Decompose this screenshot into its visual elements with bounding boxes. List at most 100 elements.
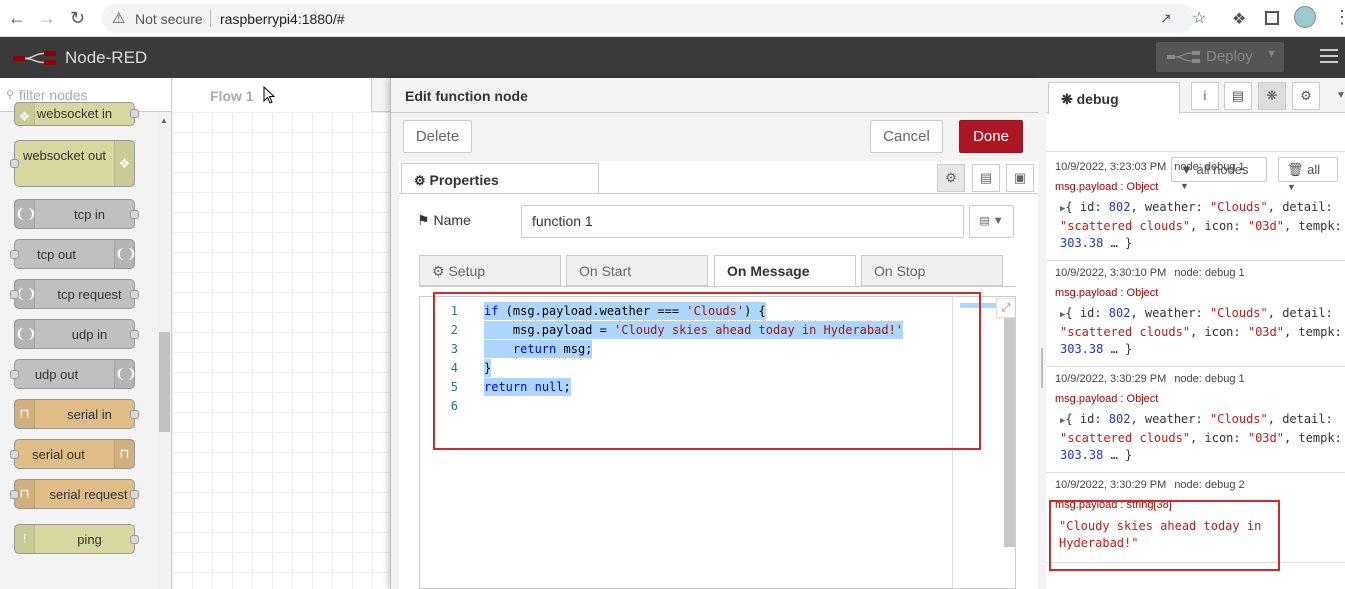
gear-icon: ⚙: [414, 173, 426, 188]
tab-on-message[interactable]: On Message: [714, 255, 856, 286]
settings-tab-gear-icon[interactable]: ⚙: [937, 164, 965, 192]
filter-placeholder: filter nodes: [19, 87, 88, 103]
divider: [419, 286, 1016, 287]
expand-icon[interactable]: ⤢: [996, 298, 1015, 318]
message-time: 10/9/2022, 3:30:10 PM: [1055, 267, 1167, 279]
message-node[interactable]: node: debug 1: [1174, 373, 1244, 385]
tab-debug[interactable]: ❋ debug: [1048, 82, 1180, 114]
tray-header: Edit function node: [391, 78, 1039, 113]
star-icon[interactable]: ☆: [1192, 8, 1206, 28]
app-title: Node-RED: [65, 48, 148, 67]
deploy-button[interactable]: Deploy ▼: [1156, 42, 1284, 72]
websocket-icon: ❖: [114, 141, 134, 186]
palette-node-websocket-out[interactable]: websocket out ❖: [10, 140, 135, 187]
config-gear-icon[interactable]: ⚙: [1292, 82, 1320, 110]
address-bar[interactable]: ⚠ Not secure raspberrypi4:1880/# ↗ ☆: [102, 4, 1206, 33]
tab-properties[interactable]: ⚙ Properties: [401, 163, 599, 194]
palette-scrollbar[interactable]: ▲: [157, 112, 171, 589]
scrollbar-thumb[interactable]: [159, 332, 170, 432]
palette-node-udp-out[interactable]: udp out ❨❩: [10, 359, 137, 389]
tab-setup[interactable]: ⚙ Setup: [419, 255, 561, 286]
debug-message[interactable]: 10/9/2022, 3:23:03 PM node: debug 1 msg.p…: [1046, 155, 1345, 261]
serial-icon: ⊓: [114, 440, 134, 468]
scroll-up-icon[interactable]: ▲: [160, 116, 168, 125]
sidebar-separator[interactable]: [1038, 78, 1046, 589]
share-icon[interactable]: ↗: [1160, 10, 1172, 27]
message-time: 10/9/2022, 3:30:29 PM: [1055, 373, 1167, 385]
hamburger-menu-icon[interactable]: [1320, 49, 1338, 67]
palette-node-serial-in[interactable]: ⊓ serial in: [14, 399, 139, 429]
description-tab-file-icon[interactable]: ▤: [972, 164, 1000, 192]
help-book-icon[interactable]: ▤: [1224, 82, 1252, 110]
bug-icon: ❋: [1061, 91, 1073, 107]
message-time: 10/9/2022, 3:30:29 PM: [1055, 479, 1167, 491]
highlight-box: [433, 292, 981, 450]
security-label: Not secure: [135, 11, 203, 27]
udp-icon: ❨❩: [114, 360, 137, 388]
cancel-button[interactable]: Cancel: [870, 120, 943, 153]
tab-on-start[interactable]: On Start: [566, 255, 708, 286]
sidebar-tabs: ❋ debug i ▤ ❋ ⚙ ▼: [1046, 78, 1345, 114]
appearance-tab-frame-icon[interactable]: ▣: [1006, 164, 1034, 192]
divider: [210, 10, 211, 27]
delete-button[interactable]: Delete: [403, 120, 472, 153]
warning-icon: ⚠: [112, 10, 126, 27]
highlight-box: [1049, 500, 1280, 571]
avatar[interactable]: [1294, 6, 1316, 28]
message-node[interactable]: node: debug 1: [1174, 267, 1244, 279]
name-input[interactable]: function 1: [521, 205, 964, 238]
tab-on-stop[interactable]: On Stop: [861, 255, 1003, 286]
back-icon[interactable]: ←: [8, 8, 26, 28]
palette-node-udp-in[interactable]: ❨❩ udp in: [14, 319, 139, 349]
sidepanel-icon[interactable]: [1265, 11, 1279, 25]
palette-node-serial-request[interactable]: ⊓ serial request: [10, 479, 139, 509]
message-topic: msg.payload : Object: [1055, 181, 1159, 193]
message-node[interactable]: node: debug 2: [1174, 479, 1244, 491]
debug-bug-icon[interactable]: ❋: [1258, 82, 1286, 110]
done-button[interactable]: Done: [959, 120, 1023, 153]
divider: [399, 193, 1039, 194]
node-red-logo-icon: [13, 51, 56, 65]
deploy-label: Deploy: [1206, 48, 1253, 65]
palette-node-tcp-request[interactable]: ❨❩ tcp request: [10, 279, 139, 309]
info-icon[interactable]: i: [1191, 82, 1219, 110]
debug-toolbar: ▼ all nodes ▼ 🗑 all ▼: [1046, 114, 1345, 192]
editor-scrollbar[interactable]: [1004, 317, 1015, 547]
palette-node-ping[interactable]: ! ping: [14, 524, 139, 554]
message-topic: msg.payload : Object: [1055, 287, 1159, 299]
palette-node-serial-out[interactable]: serial out ⊓: [10, 439, 135, 469]
reload-icon[interactable]: ↻: [70, 8, 85, 28]
mouse-cursor-icon: [263, 86, 275, 104]
extensions-icon[interactable]: ❖: [1232, 9, 1246, 29]
message-node[interactable]: node: debug 1: [1174, 161, 1244, 173]
deploy-icon: [1167, 51, 1200, 63]
caret-down-icon[interactable]: ▼: [1266, 48, 1277, 60]
url-text[interactable]: raspberrypi4:1880/#: [220, 11, 345, 27]
palette-node-websocket-in[interactable]: ❖ websocket in: [14, 102, 139, 126]
properties-tab-label: Properties: [429, 172, 499, 188]
palette-node-tcp-out[interactable]: tcp out ❨❩: [10, 239, 137, 269]
workspace-tabs: Flow 1: [172, 78, 390, 112]
tray-toolbar: Delete Cancel Done: [391, 113, 1039, 161]
search-icon: ⚲: [6, 89, 15, 101]
workspace: Flow 1: [172, 78, 390, 589]
palette-node-tcp-in[interactable]: ❨❩ tcp in: [14, 199, 139, 229]
name-options-book-icon[interactable]: ▤ ▼: [969, 205, 1014, 238]
debug-message[interactable]: 10/9/2022, 3:30:10 PM node: debug 1 msg.p…: [1046, 261, 1345, 367]
message-payload[interactable]: ▶{ id: 802, weather: "Clouds", detail: "…: [1060, 305, 1345, 358]
debug-message[interactable]: 10/9/2022, 3:30:29 PM node: debug 1 msg.p…: [1046, 367, 1345, 473]
tcp-icon: ❨❩: [114, 240, 137, 268]
gear-icon: ⚙: [432, 263, 445, 279]
tray-title: Edit function node: [405, 88, 528, 104]
workspace-canvas[interactable]: [172, 112, 390, 589]
browser-toolbar: ← → ↻ ⚠ Not secure raspberrypi4:1880/# ↗…: [0, 0, 1345, 37]
caret-down-icon[interactable]: ▼: [1336, 90, 1345, 101]
message-topic: msg.payload : Object: [1055, 393, 1159, 405]
message-time: 10/9/2022, 3:23:03 PM: [1055, 161, 1167, 173]
message-payload[interactable]: ▶{ id: 802, weather: "Clouds", detail: "…: [1060, 411, 1345, 464]
forward-icon[interactable]: →: [38, 8, 56, 28]
more-icon[interactable]: ⋮: [1333, 7, 1345, 28]
message-payload[interactable]: ▶{ id: 802, weather: "Clouds", detail: "…: [1060, 199, 1345, 252]
tag-icon: ⚑: [417, 212, 430, 228]
node-palette: ⚲ filter nodes ❖ websocket in websocket …: [0, 78, 172, 589]
